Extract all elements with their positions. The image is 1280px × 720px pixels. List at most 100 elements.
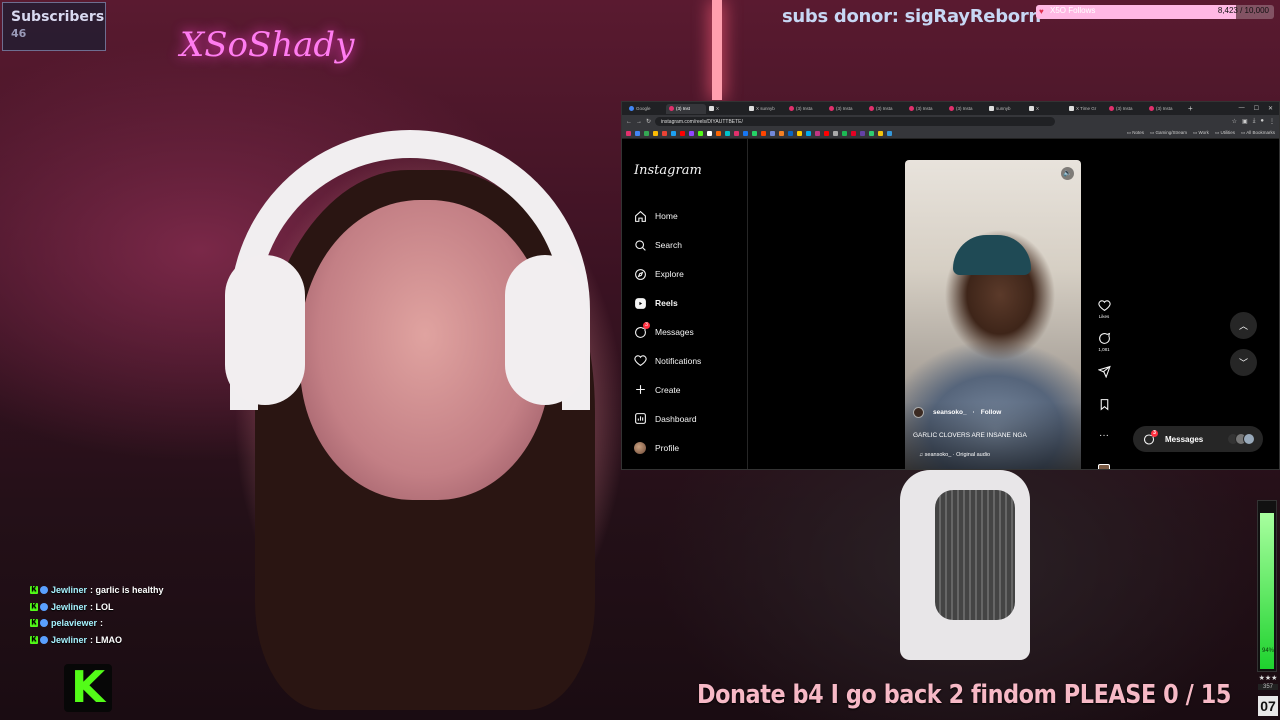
- bookmark-favicon-icon[interactable]: [860, 130, 865, 136]
- comment-button[interactable]: 1,081: [1094, 332, 1114, 365]
- bookmark-star-icon[interactable]: ☆: [1232, 118, 1237, 125]
- bookmark-favicon-icon[interactable]: [689, 130, 694, 136]
- bookmark-favicon-icon[interactable]: [869, 130, 874, 136]
- bookmark-favicon-icon[interactable]: [635, 130, 640, 136]
- reel-username[interactable]: seansoko_: [933, 409, 967, 416]
- save-button[interactable]: [1094, 398, 1114, 431]
- chat-username[interactable]: pelaviewer: [51, 618, 97, 628]
- bookmark-favicon-icon[interactable]: [671, 130, 676, 136]
- bookmark-folder[interactable]: ▭ Notes: [1127, 130, 1144, 136]
- browser-tab[interactable]: (3) Insta: [826, 104, 866, 114]
- downloads-icon[interactable]: ⤓: [1253, 118, 1256, 125]
- bookmark-favicon-icon[interactable]: [725, 130, 730, 136]
- bookmark-favicon-icon[interactable]: [752, 130, 757, 136]
- instagram-logo[interactable]: Instagram: [634, 163, 702, 178]
- chat-text: : LMAO: [90, 634, 123, 645]
- next-reel-button[interactable]: ﹀: [1230, 349, 1257, 376]
- bookmark-favicon-icon[interactable]: [644, 130, 649, 136]
- bookmark-favicon-icon[interactable]: [824, 130, 829, 136]
- browser-tab[interactable]: X sunnyb: [746, 104, 786, 114]
- bookmark-favicon-icon[interactable]: [680, 130, 685, 136]
- bookmark-favicon-icon[interactable]: [653, 130, 658, 136]
- bookmark-folder[interactable]: ▭ All Bookmarks: [1241, 130, 1275, 136]
- more-options-button[interactable]: ···: [1094, 431, 1114, 464]
- forward-icon[interactable]: →: [636, 119, 642, 125]
- browser-tab[interactable]: Google: [626, 104, 666, 114]
- chat-username[interactable]: Jewliner: [51, 602, 87, 612]
- bookmark-favicon-icon[interactable]: [842, 130, 847, 136]
- nav-item-more[interactable]: More: [633, 462, 701, 469]
- profile-icon[interactable]: ●: [1260, 118, 1264, 125]
- browser-toolbar: ← → ↻ instagram.com/reels/DIYAUTTBETE/ ☆…: [622, 115, 1279, 128]
- nav-item-messages[interactable]: 3 Messages: [633, 318, 701, 347]
- bookmark-favicon-icon[interactable]: [779, 130, 784, 136]
- reel-video[interactable]: 🔈 seansoko_ · Follow GARLIC CLOVERS ARE …: [905, 160, 1081, 469]
- close-icon[interactable]: ✕: [1268, 105, 1273, 112]
- audio-thumbnail: [1098, 464, 1110, 469]
- bookmark-favicon-icon[interactable]: [761, 130, 766, 136]
- nav-item-reels[interactable]: Reels: [633, 289, 701, 318]
- nav-item-explore[interactable]: Explore: [633, 260, 701, 289]
- new-tab-icon[interactable]: +: [1188, 104, 1193, 113]
- bookmark-favicon-icon[interactable]: [707, 130, 712, 136]
- browser-tab[interactable]: (3) Insta: [866, 104, 906, 114]
- browser-tab[interactable]: (3) Insta: [1146, 104, 1186, 114]
- bookmark-folder[interactable]: ▭ Utilities: [1215, 130, 1235, 136]
- kick-logo: K: [64, 664, 112, 712]
- nav-item-notifications[interactable]: Notifications: [633, 346, 701, 375]
- bookmark-favicon-icon[interactable]: [851, 130, 856, 136]
- nav-item-label: Dashboard: [655, 413, 697, 424]
- bookmark-favicon-icon[interactable]: [734, 130, 739, 136]
- chat-username[interactable]: Jewliner: [51, 585, 87, 595]
- bookmark-favicon-icon[interactable]: [698, 130, 703, 136]
- nav-item-profile[interactable]: Profile: [633, 433, 701, 462]
- nav-item-dashboard[interactable]: Dashboard: [633, 404, 701, 433]
- address-bar[interactable]: instagram.com/reels/DIYAUTTBETE/: [655, 117, 1056, 126]
- browser-tab[interactable]: X: [1026, 104, 1066, 114]
- menu-kebab-icon[interactable]: ⋮: [1269, 118, 1275, 125]
- reel-author-avatar[interactable]: [913, 407, 924, 418]
- audio-thumbnail-button[interactable]: [1094, 464, 1114, 469]
- share-button[interactable]: [1094, 365, 1114, 398]
- back-icon[interactable]: ←: [626, 119, 632, 125]
- browser-tab[interactable]: (3) Inst: [666, 103, 706, 114]
- bookmark-favicon-icon[interactable]: [743, 130, 748, 136]
- bookmark-folder[interactable]: ▭ Work: [1193, 130, 1209, 136]
- search-icon: [633, 238, 647, 252]
- reel-audio[interactable]: ♫ seansoko_ · Original audio: [919, 452, 990, 458]
- maximize-icon[interactable]: ☐: [1254, 105, 1259, 112]
- bookmark-favicon-icon[interactable]: [797, 130, 802, 136]
- reload-icon[interactable]: ↻: [646, 118, 651, 125]
- previous-reel-button[interactable]: ︿: [1230, 312, 1257, 339]
- nav-item-search[interactable]: Search: [633, 231, 701, 260]
- tab-label: sunnyb: [996, 106, 1011, 111]
- like-button[interactable]: Likes: [1094, 299, 1114, 332]
- browser-tab[interactable]: (3) Insta: [946, 104, 986, 114]
- bookmark-favicon-icon[interactable]: [626, 130, 631, 136]
- tab-label: X: [1036, 106, 1040, 111]
- bookmark-favicon-icon[interactable]: [815, 130, 820, 136]
- bookmark-favicon-icon[interactable]: [788, 130, 793, 136]
- browser-tab[interactable]: (3) Insta: [906, 104, 946, 114]
- browser-tab[interactable]: sunnyb: [986, 104, 1026, 114]
- bookmark-favicon-icon[interactable]: [662, 130, 667, 136]
- bookmark-favicon-icon[interactable]: [770, 130, 775, 136]
- browser-tab[interactable]: (3) Insta: [1106, 104, 1146, 114]
- nav-item-create[interactable]: Create: [633, 375, 701, 404]
- bookmark-favicon-icon[interactable]: [878, 130, 883, 136]
- bookmark-favicon-icon[interactable]: [833, 130, 838, 136]
- nav-item-home[interactable]: Home: [633, 202, 701, 231]
- browser-tab[interactable]: X Time Gr: [1066, 104, 1106, 114]
- bookmark-folder[interactable]: ▭ Gaming/Stream: [1150, 130, 1187, 136]
- chat-username[interactable]: Jewliner: [51, 635, 87, 645]
- browser-tab[interactable]: X: [706, 104, 746, 114]
- bookmark-favicon-icon[interactable]: [887, 130, 892, 136]
- mute-icon[interactable]: 🔈: [1061, 167, 1074, 180]
- follow-link[interactable]: Follow: [981, 409, 1002, 416]
- extensions-icon[interactable]: ▣: [1242, 118, 1248, 125]
- bookmark-favicon-icon[interactable]: [806, 130, 811, 136]
- minimize-icon[interactable]: —: [1239, 105, 1245, 112]
- messages-pill[interactable]: 3 Messages: [1133, 426, 1263, 452]
- browser-tab[interactable]: (3) Insta: [786, 104, 826, 114]
- bookmark-favicon-icon[interactable]: [716, 130, 721, 136]
